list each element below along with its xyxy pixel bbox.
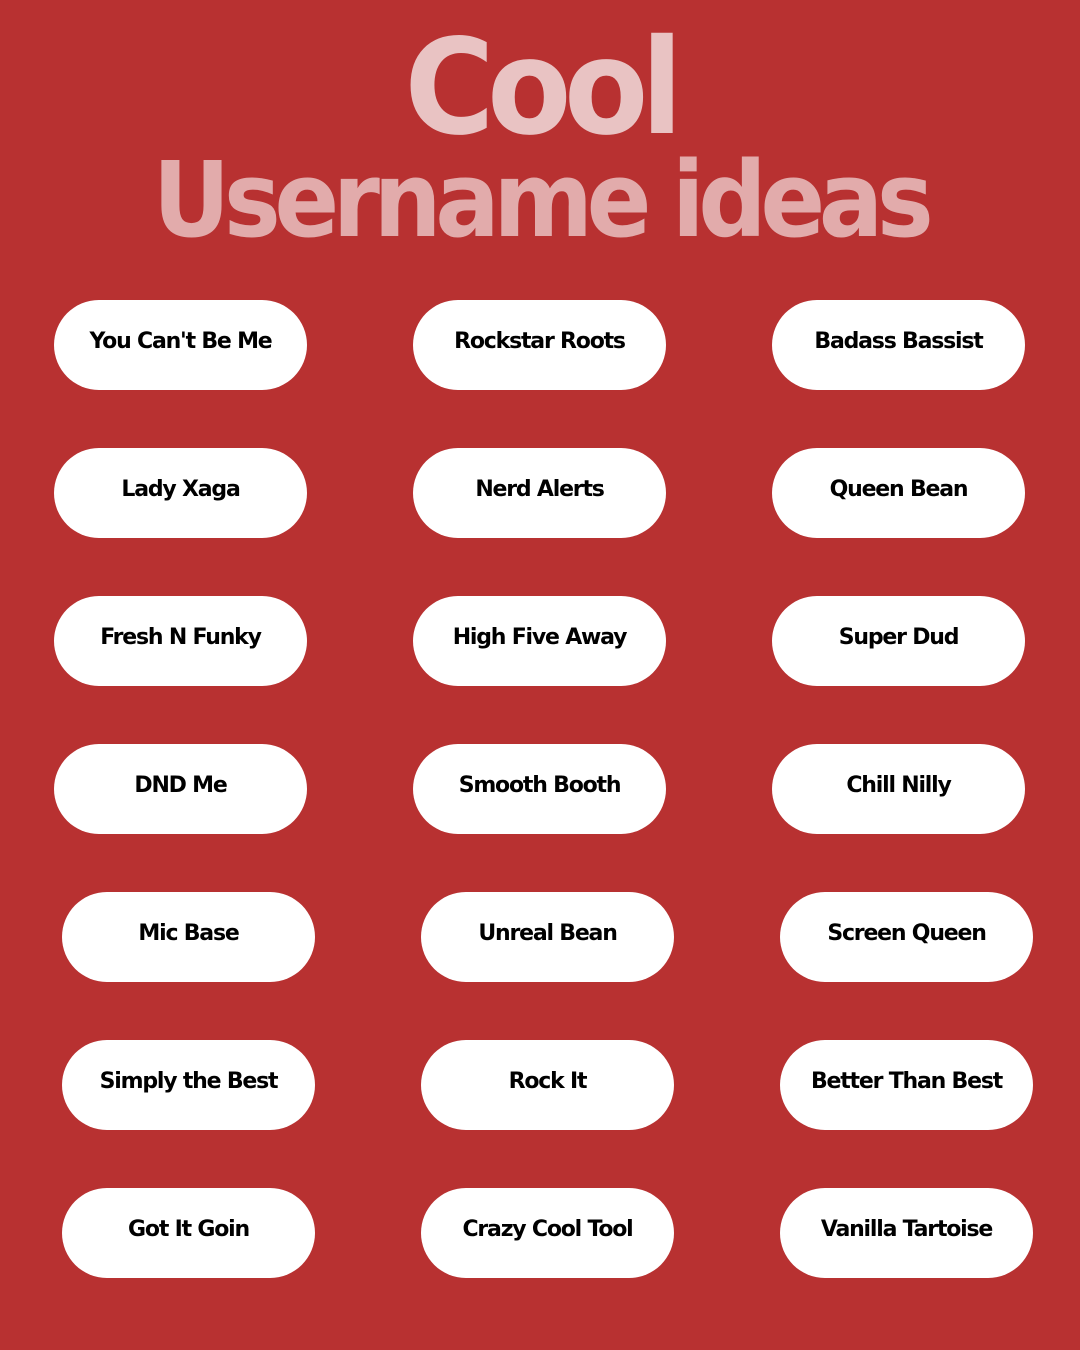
username-pill: Badass Bassist — [772, 300, 1025, 390]
username-pill: Simply the Best — [62, 1040, 315, 1130]
username-pill: Smooth Booth — [413, 744, 666, 834]
username-label: Rock It — [508, 1068, 588, 1094]
username-label: Got It Goin — [128, 1216, 250, 1242]
username-pill: Mic Base — [62, 892, 315, 982]
username-pill: Lady Xaga — [54, 448, 307, 538]
username-pill: Fresh N Funky — [54, 596, 307, 686]
username-pill: Vanilla Tartoise — [780, 1188, 1033, 1278]
username-label: High Five Away — [452, 624, 628, 650]
username-label: Unreal Bean — [478, 920, 618, 946]
username-pill: DND Me — [54, 744, 307, 834]
username-label: Rockstar Roots — [454, 328, 626, 354]
username-label: Super Dud — [838, 624, 960, 650]
username-label: Simply the Best — [99, 1068, 279, 1094]
username-label: Chill Nilly — [846, 772, 951, 798]
username-label: Queen Bean — [829, 476, 969, 502]
username-label: Screen Queen — [827, 920, 987, 946]
username-pill: Chill Nilly — [772, 744, 1025, 834]
title-cool: Cool — [404, 11, 683, 165]
username-pill: Unreal Bean — [421, 892, 674, 982]
username-pill: Crazy Cool Tool — [421, 1188, 674, 1278]
username-pill: Rock It — [421, 1040, 674, 1130]
username-pill: Rockstar Roots — [413, 300, 666, 390]
username-pill: Queen Bean — [772, 448, 1025, 538]
username-label: Nerd Alerts — [475, 476, 605, 502]
username-pill: High Five Away — [413, 596, 666, 686]
username-label: Fresh N Funky — [100, 624, 262, 650]
username-pill: Better Than Best — [780, 1040, 1033, 1130]
username-label: You Can't Be Me — [89, 328, 272, 354]
username-label: DND Me — [134, 772, 227, 798]
username-pill: Got It Goin — [62, 1188, 315, 1278]
username-label: Better Than Best — [810, 1068, 1003, 1094]
username-label: Crazy Cool Tool — [462, 1216, 633, 1242]
username-label: Lady Xaga — [121, 476, 240, 502]
title-username-ideas: Username ideas — [152, 139, 934, 261]
username-pill: You Can't Be Me — [54, 300, 307, 390]
username-label: Badass Bassist — [814, 328, 983, 354]
username-pill: Super Dud — [772, 596, 1025, 686]
username-label: Vanilla Tartoise — [820, 1216, 994, 1242]
username-label: Mic Base — [138, 920, 239, 946]
username-pill: Nerd Alerts — [413, 448, 666, 538]
username-label: Smooth Booth — [458, 772, 622, 798]
username-pill: Screen Queen — [780, 892, 1033, 982]
